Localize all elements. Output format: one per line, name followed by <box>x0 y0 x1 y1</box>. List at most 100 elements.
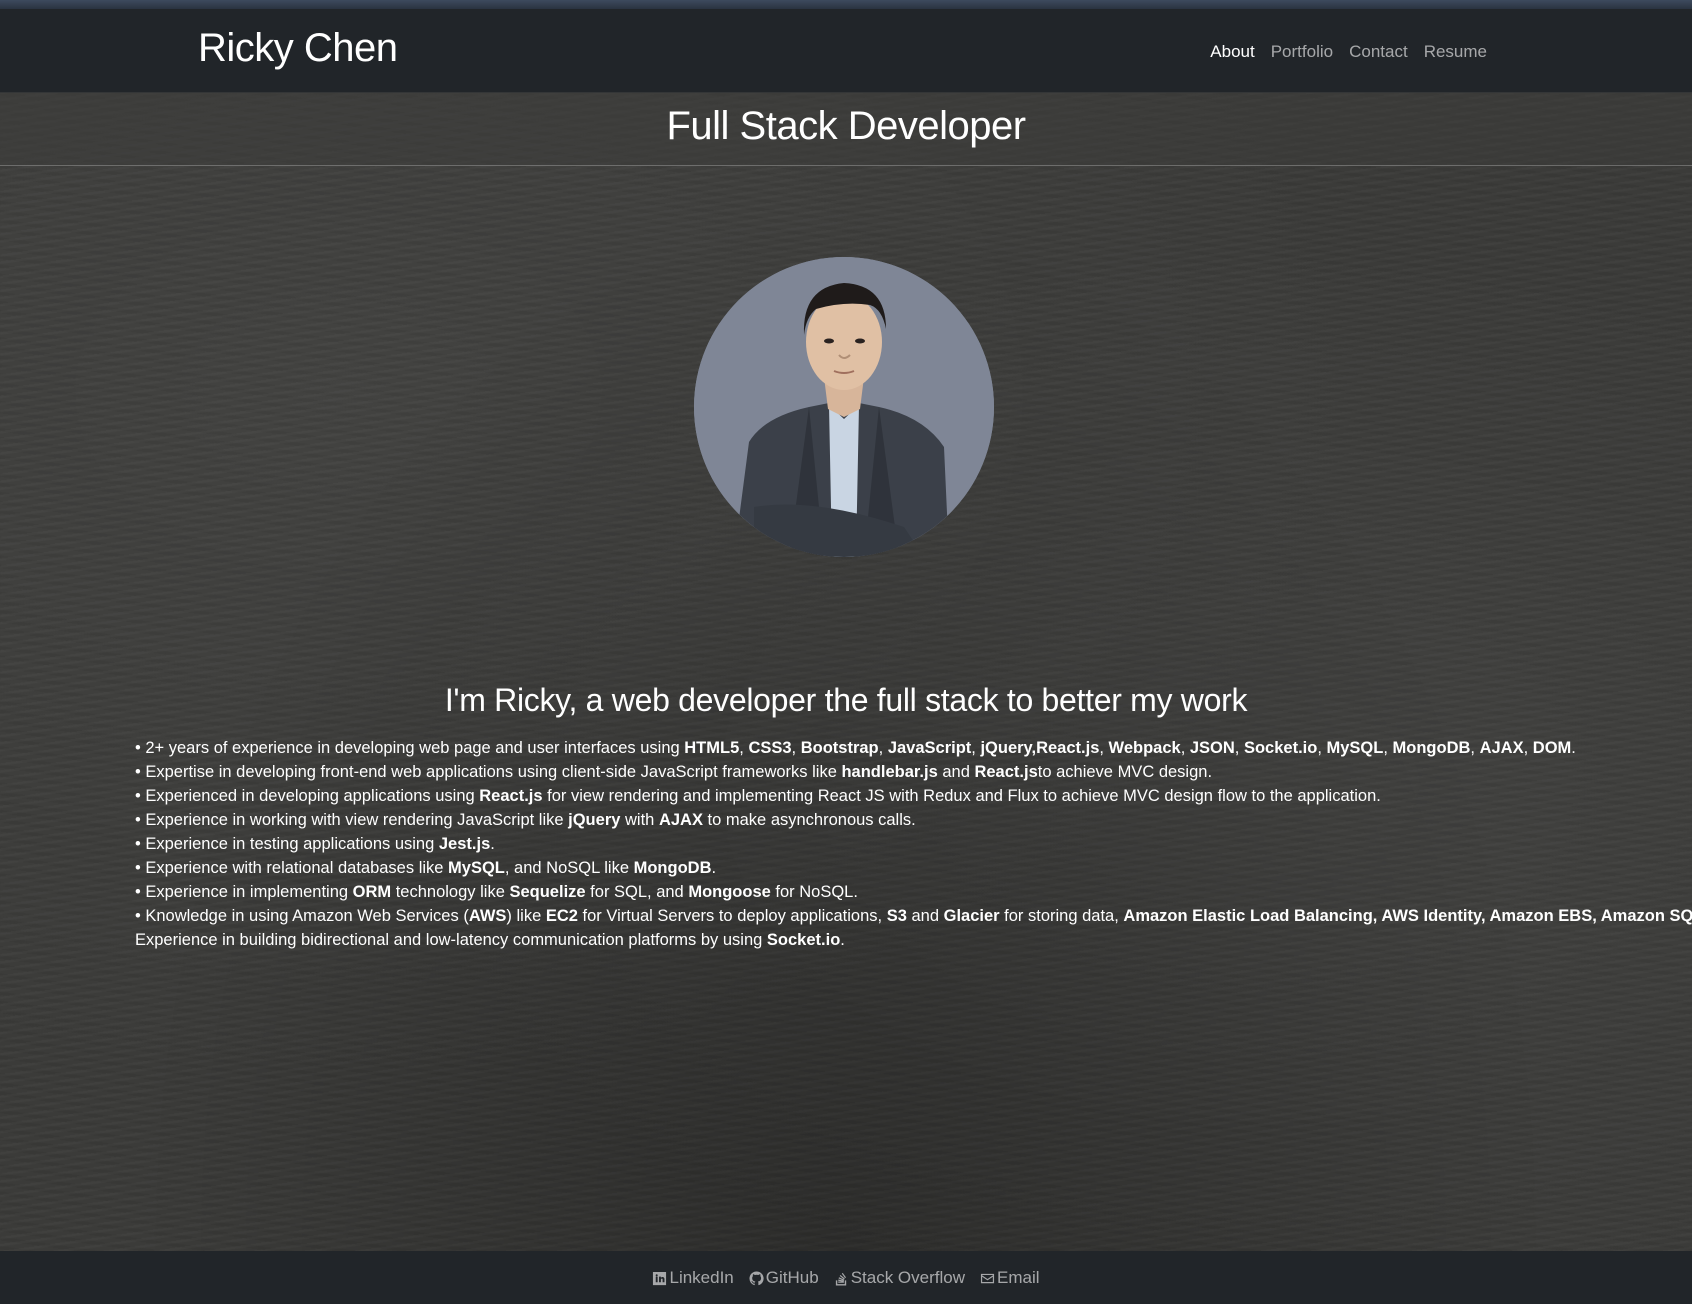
experience-keyword: Jest.js <box>438 835 491 853</box>
nav-links: About Portfolio Contact Resume <box>1210 42 1487 62</box>
experience-text: . <box>711 859 717 877</box>
stackoverflow-icon <box>835 1272 846 1286</box>
experience-keyword: Mongoose <box>688 883 771 901</box>
experience-keyword: MySQL <box>1326 739 1384 757</box>
experience-text: technology like <box>391 883 510 901</box>
experience-text: , <box>1099 739 1109 757</box>
experience-text: for Virtual Servers to deploy applicatio… <box>577 907 887 925</box>
experience-text: • Experienced in developing applications… <box>135 787 480 805</box>
experience-text: , <box>1523 739 1533 757</box>
experience-text: • Experience in implementing <box>135 883 353 901</box>
about-tagline: I'm Ricky, a web developer the full stac… <box>444 681 1248 718</box>
footer-link-label: LinkedIn <box>669 1268 734 1287</box>
experience-text: for storing data, <box>999 907 1124 925</box>
experience-text: for NoSQL. <box>770 883 858 901</box>
nav-link-resume[interactable]: Resume <box>1424 42 1487 62</box>
experience-text: , <box>1234 739 1244 757</box>
footer-links: LinkedIn GitHub Stack Overflow Email <box>0 1268 1692 1288</box>
experience-item: • Experience in working with view render… <box>135 808 1685 832</box>
experience-keyword: CSS3 <box>748 739 792 757</box>
footer-link-label: GitHub <box>765 1268 819 1287</box>
experience-text: to achieve MVC design. <box>1037 763 1213 781</box>
experience-text: • Experience with relational databases l… <box>135 859 449 877</box>
experience-text: , <box>1383 739 1393 757</box>
experience-keyword: JavaScript <box>887 739 972 757</box>
experience-keyword: React.js <box>974 763 1038 781</box>
nav-link-about[interactable]: About <box>1210 42 1254 62</box>
nav-link-contact[interactable]: Contact <box>1349 42 1408 62</box>
footer-link-stackoverflow[interactable]: Stack Overflow <box>834 1268 965 1288</box>
experience-text: and <box>906 907 944 925</box>
footer-link-label: Email <box>997 1268 1040 1287</box>
experience-keyword: jQuery,React.js <box>980 739 1100 757</box>
experience-text: with <box>620 811 659 829</box>
profile-photo-icon <box>694 257 994 557</box>
experience-text: Experience in building bidirectional and… <box>135 931 767 949</box>
experience-keyword: DOM <box>1532 739 1572 757</box>
experience-keyword: Glacier <box>943 907 1000 925</box>
experience-keyword: AJAX <box>658 811 703 829</box>
github-icon <box>749 1270 764 1285</box>
experience-keyword: ORM <box>352 883 392 901</box>
experience-keyword: EC2 <box>545 907 578 925</box>
experience-item: • Expertise in developing front-end web … <box>135 760 1685 784</box>
experience-keyword: AJAX <box>1479 739 1524 757</box>
experience-text: . <box>1571 739 1576 757</box>
footer-link-github[interactable]: GitHub <box>749 1268 819 1288</box>
experience-keyword: MongoDB <box>1392 739 1471 757</box>
experience-item: • 2+ years of experience in developing w… <box>135 736 1685 760</box>
experience-item: Experience in building bidirectional and… <box>135 928 1685 952</box>
window-top-strip <box>0 0 1692 9</box>
hero-banner: Full Stack Developer <box>0 92 1692 166</box>
experience-text: , <box>1180 739 1190 757</box>
experience-keyword: Amazon Elastic Load Balancing, AWS Ident… <box>1123 907 1692 925</box>
experience-text: ) like <box>506 907 546 925</box>
experience-keyword: jQuery <box>568 811 621 829</box>
experience-keyword: handlebar.js <box>841 763 938 781</box>
experience-item: • Experienced in developing applications… <box>135 784 1685 808</box>
experience-text: , and NoSQL like <box>504 859 634 877</box>
footer-link-email[interactable]: Email <box>980 1268 1040 1288</box>
experience-text: . <box>840 931 845 949</box>
experience-text: • Experience in working with view render… <box>135 811 569 829</box>
linkedin-icon <box>653 1271 667 1285</box>
experience-text: and <box>937 763 975 781</box>
navbar: Ricky Chen About Portfolio Contact Resum… <box>0 9 1692 93</box>
experience-keyword: Webpack <box>1108 739 1181 757</box>
footer-link-linkedin[interactable]: LinkedIn <box>652 1268 734 1288</box>
experience-item: • Knowledge in using Amazon Web Services… <box>135 904 1692 928</box>
experience-text: to make asynchronous calls. <box>702 811 916 829</box>
experience-item: • Experience in testing applications usi… <box>135 832 1685 856</box>
email-icon <box>980 1273 995 1283</box>
experience-keyword: Sequelize <box>509 883 586 901</box>
experience-text: • Experience in testing applications usi… <box>135 835 439 853</box>
experience-keyword: Socket.io <box>766 931 841 949</box>
experience-text: • 2+ years of experience in developing w… <box>135 739 685 757</box>
experience-text: , <box>1317 739 1327 757</box>
footer: LinkedIn GitHub Stack Overflow Email <box>0 1251 1692 1304</box>
experience-keyword: HTML5 <box>684 739 740 757</box>
experience-list: • 2+ years of experience in developing w… <box>135 736 1692 952</box>
page-title: Full Stack Developer <box>666 104 1026 148</box>
profile-photo <box>694 257 994 557</box>
experience-text: for SQL, and <box>585 883 689 901</box>
experience-keyword: Socket.io <box>1243 739 1318 757</box>
experience-keyword: S3 <box>886 907 907 925</box>
experience-text: , <box>878 739 888 757</box>
experience-text: . <box>490 835 495 853</box>
experience-keyword: JSON <box>1189 739 1235 757</box>
experience-keyword: Bootstrap <box>800 739 879 757</box>
experience-item: • Experience with relational databases l… <box>135 856 1685 880</box>
experience-text: , <box>1470 739 1480 757</box>
experience-text: for view rendering and implementing Reac… <box>542 787 1381 805</box>
footer-link-label: Stack Overflow <box>850 1268 965 1287</box>
nav-link-portfolio[interactable]: Portfolio <box>1271 42 1333 62</box>
experience-text: • Knowledge in using Amazon Web Services… <box>135 907 469 925</box>
brand-logo[interactable]: Ricky Chen <box>198 26 398 71</box>
experience-text: • Expertise in developing front-end web … <box>135 763 842 781</box>
experience-keyword: AWS <box>468 907 507 925</box>
experience-text: , <box>791 739 801 757</box>
experience-keyword: MySQL <box>448 859 505 877</box>
experience-keyword: MongoDB <box>633 859 712 877</box>
experience-keyword: React.js <box>479 787 543 805</box>
